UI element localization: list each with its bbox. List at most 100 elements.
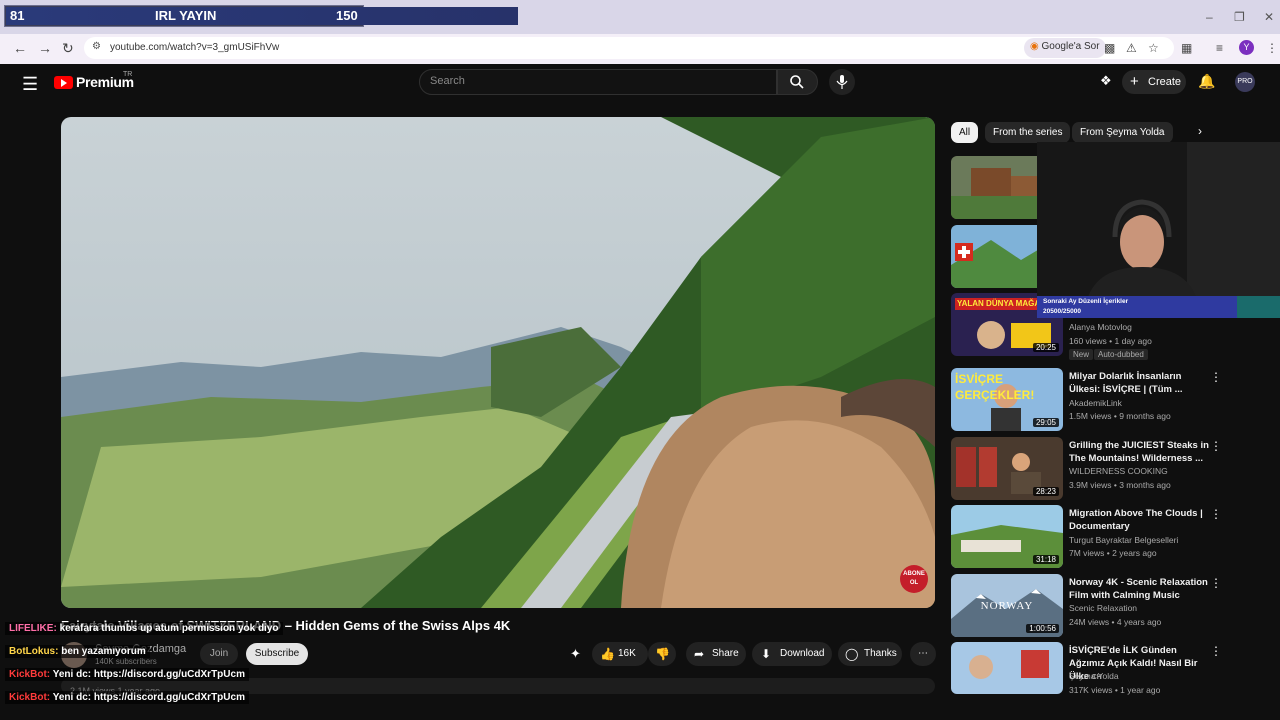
share-icon: ➦ [694,647,705,661]
sidebar-meta: 160 views • 1 day ago [1069,336,1152,346]
youtube-play-icon [61,79,67,87]
search-button[interactable] [777,69,818,95]
sidebar-channel[interactable]: AkademikLink [1069,398,1122,408]
like-button[interactable]: 👍 16K [592,642,648,666]
video-thumbnail[interactable]: NORWAY 1:00:56 [951,574,1063,637]
region-code: TR [123,71,133,78]
extensions-icon[interactable]: ▦ [1181,41,1192,55]
video-thumbnail[interactable]: 28:23 [951,437,1063,500]
sub-goal-remaining [1237,296,1280,318]
microphone-icon [836,75,848,89]
video-player[interactable] [61,117,935,608]
install-app-icon[interactable]: ▩ [1104,41,1115,55]
chat-username: KickBot: [9,669,51,680]
back-icon[interactable]: ← [13,40,27,56]
chevron-right-icon[interactable]: › [1198,124,1202,138]
thumbs-down-icon: 👎 [655,647,670,661]
subscribe-button[interactable]: Subscribe [246,643,308,665]
lens-icon: ◉ [1030,41,1039,52]
more-vertical-icon[interactable]: ⋮ [1210,439,1222,453]
video-thumbnail[interactable] [951,642,1063,694]
translate-icon[interactable]: ⚠ [1126,41,1137,55]
url-text[interactable]: youtube.com/watch?v=3_gmUSiFhVw [110,42,279,53]
media-control-icon[interactable]: ≡ [1216,41,1223,55]
subscribe-watermark[interactable]: ABONE OL [900,565,928,593]
thanks-icon: ◯ [845,647,859,661]
download-button[interactable]: ⬇ Download [752,642,832,666]
create-button[interactable]: + Create [1122,70,1186,94]
menu-icon[interactable]: ☰ [22,74,38,95]
sidebar-channel[interactable]: WILDERNESS COOKING [1069,466,1168,476]
chat-message: KickBot: Yeni dc: https://discord.gg/uCd… [5,668,249,681]
video-duration: 1:00:56 [1026,624,1059,633]
sidebar-title[interactable]: Migration Above The Clouds | Documentary [1069,507,1209,533]
chat-text: Yeni dc: https://discord.gg/uCdXrTpUcm [52,692,245,703]
thanks-label: Thanks [864,648,897,659]
more-actions-button[interactable]: ⋯ [910,642,936,666]
site-info-icon[interactable]: ⚙ [92,41,101,52]
join-button[interactable]: Join [200,643,238,665]
bookmark-star-icon[interactable]: ☆ [1148,41,1159,55]
chip-from-channel[interactable]: From Şeyma Yolda [1072,122,1173,143]
sidebar-meta: 3.9M views • 3 months ago [1069,480,1171,490]
thanks-button[interactable]: ◯ Thanks [838,642,902,666]
sidebar-title[interactable]: Norway 4K - Scenic Relaxation Film with … [1069,576,1209,602]
notifications-icon[interactable]: 🔔 [1198,73,1215,90]
cast-icon[interactable]: ❖ [1100,73,1112,89]
chat-text: Yeni dc: https://discord.gg/uCdXrTpUcm [52,669,245,680]
browser-menu-icon[interactable]: ⋮ [1266,41,1278,55]
share-button[interactable]: ➦ Share [686,642,746,666]
sidebar-title[interactable]: Grilling the JUICIEST Steaks in The Moun… [1069,439,1209,465]
sidebar-channel[interactable]: Turgut Bayraktar Belgeselleri [1069,535,1178,545]
more-vertical-icon[interactable]: ⋮ [1210,370,1222,384]
more-vertical-icon[interactable]: ⋮ [1210,507,1222,521]
thumbnail-text: YALAN DÜNYA MAĞAR [957,299,1046,308]
search-placeholder: Search [430,75,465,87]
minimize-icon[interactable]: – [1206,10,1213,24]
chat-text: ben yazamıyorum [61,646,146,657]
chip-all[interactable]: All [951,122,979,143]
chat-username: LIFELIKE: [9,623,57,634]
thumbnail-image [951,642,1063,694]
more-vertical-icon[interactable]: ⋮ [1210,644,1222,658]
close-icon[interactable]: ✕ [1264,10,1274,24]
progress-current: 81 [10,8,25,23]
progress-target: 150 [336,8,358,23]
share-label: Share [712,648,739,659]
thumbs-up-icon: 👍 [600,647,615,661]
video-thumbnail[interactable]: İSVİÇRE GERÇEKLER! 29:05 [951,368,1063,431]
gift-icon[interactable]: ✦ [570,646,581,662]
create-label: Create [1148,76,1182,88]
voice-search-button[interactable] [829,69,855,95]
progress-title: IRL YAYIN [155,8,217,23]
account-avatar[interactable]: PRO [1235,72,1255,92]
restore-icon[interactable]: ❐ [1234,10,1245,24]
sidebar-channel[interactable]: Alanya Motovlog [1069,322,1132,332]
dislike-button[interactable]: 👎 [648,642,676,666]
sidebar-title[interactable]: Milyar Dolarlık İnsanların Ülkesi: İSVİÇ… [1069,370,1209,396]
sidebar-channel[interactable]: Scenic Relaxation [1069,603,1137,613]
chat-username: BotLokus: [9,646,59,657]
video-duration: 29:05 [1032,418,1059,427]
thumbnail-text: NORWAY [980,600,1034,612]
like-count: 16K [618,648,636,659]
webcam-feed [1037,142,1280,300]
chip-from-series[interactable]: From the series [985,122,1071,143]
sidebar-channel[interactable]: Şeyma Yolda [1069,671,1119,681]
search-input[interactable] [419,69,777,95]
forward-icon[interactable]: → [38,40,52,56]
more-vertical-icon[interactable]: ⋮ [1210,576,1222,590]
google-ask-button[interactable]: ◉ Google'a Sor [1024,38,1106,58]
chat-message: LIFELIKE: kerafara thumbs up atum permis… [5,622,283,635]
plus-icon: + [1130,73,1139,90]
video-frame [61,117,935,608]
video-thumbnail[interactable]: 31:18 [951,505,1063,568]
sub-goal-title: Sonraki Ay Düzenli İçerikler [1043,298,1129,305]
new-badge: New [1069,349,1094,360]
more-horizontal-icon: ⋯ [918,648,928,659]
video-duration: 20:25 [1032,343,1059,352]
browser-profile-avatar[interactable]: Y [1239,40,1254,55]
video-duration: 28:23 [1032,487,1059,496]
subscriber-count: 140K subscribers [95,657,157,666]
reload-icon[interactable]: ↻ [62,40,74,57]
